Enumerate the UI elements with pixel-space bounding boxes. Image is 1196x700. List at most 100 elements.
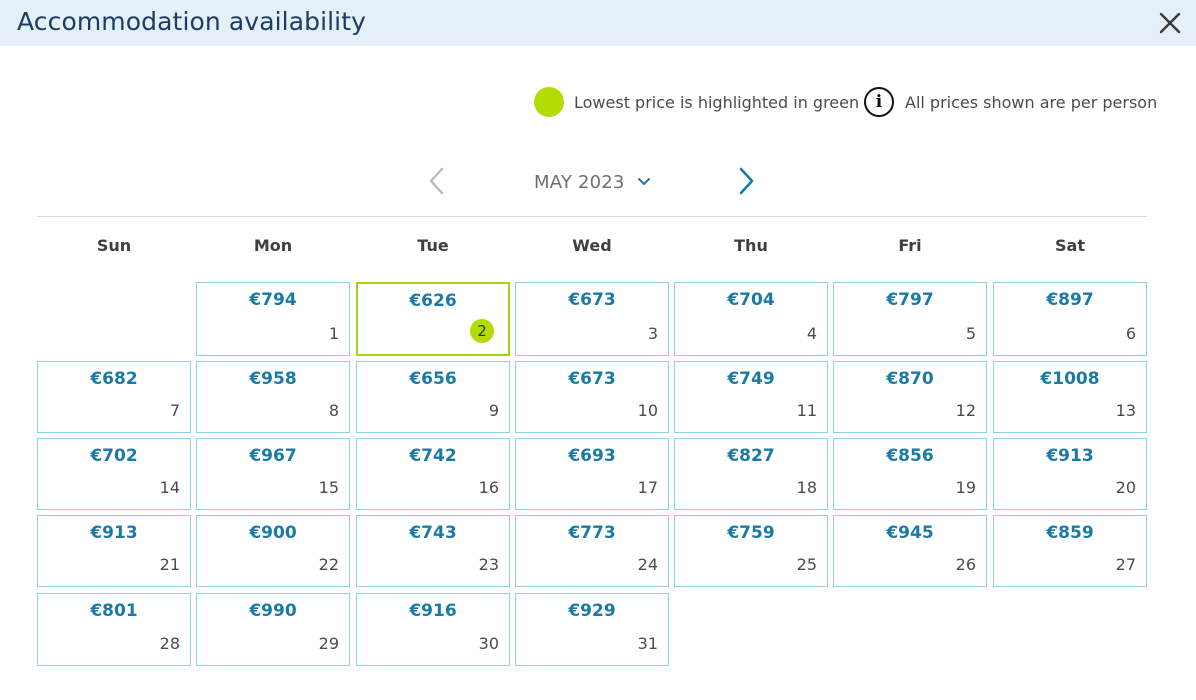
legend-per-person: i All prices shown are per person — [864, 87, 1157, 117]
day-price: €827 — [727, 446, 775, 466]
day-price: €900 — [249, 523, 297, 543]
day-price: €743 — [409, 523, 457, 543]
day-number: 18 — [796, 478, 817, 497]
day-number: 3 — [647, 324, 658, 343]
day-cell[interactable]: €897 6 — [993, 282, 1147, 356]
day-cell[interactable]: €673 10 — [515, 361, 669, 433]
day-cell-lowest[interactable]: €626 2 — [356, 282, 510, 356]
weekday-mon: Mon — [253, 236, 293, 255]
day-number: 9 — [488, 401, 499, 420]
day-price: €673 — [568, 290, 616, 310]
day-price: €742 — [409, 446, 457, 466]
day-price: €794 — [249, 290, 297, 310]
day-cell[interactable]: €801 28 — [37, 593, 191, 666]
day-number: 24 — [637, 555, 658, 574]
prev-month-button[interactable] — [423, 165, 453, 197]
weekday-tue: Tue — [417, 236, 449, 255]
weekday-sun: Sun — [96, 236, 132, 255]
day-number: 2 — [470, 319, 494, 343]
close-button[interactable] — [1155, 8, 1185, 38]
day-price: €773 — [568, 523, 616, 543]
day-cell[interactable]: €773 24 — [515, 515, 669, 587]
green-dot-icon — [534, 87, 564, 117]
day-cell[interactable]: €693 17 — [515, 438, 669, 510]
day-number: 20 — [1115, 478, 1136, 497]
day-price: €990 — [249, 601, 297, 621]
day-cell[interactable]: €797 5 — [833, 282, 987, 356]
day-cell[interactable]: €827 18 — [674, 438, 828, 510]
day-cell[interactable]: €967 15 — [196, 438, 350, 510]
day-number: 16 — [478, 478, 499, 497]
day-cell[interactable]: €945 26 — [833, 515, 987, 587]
divider — [37, 216, 1147, 217]
info-icon: i — [864, 87, 894, 117]
day-number: 8 — [328, 401, 339, 420]
day-cell[interactable]: €794 1 — [196, 282, 350, 356]
dialog-title: Accommodation availability — [17, 7, 367, 36]
day-cell[interactable]: €1008 13 — [993, 361, 1147, 433]
day-number: 29 — [318, 634, 339, 653]
dialog-header: Accommodation availability — [0, 0, 1196, 46]
day-number: 27 — [1115, 555, 1136, 574]
day-cell[interactable]: €870 12 — [833, 361, 987, 433]
day-number: 26 — [955, 555, 976, 574]
day-cell[interactable]: €913 20 — [993, 438, 1147, 510]
day-number: 1 — [328, 324, 339, 343]
legend-lowest-label: Lowest price is highlighted in green — [574, 92, 860, 112]
day-cell[interactable]: €656 9 — [356, 361, 510, 433]
day-number: 6 — [1125, 324, 1136, 343]
day-price: €958 — [249, 369, 297, 389]
day-cell[interactable]: €743 23 — [356, 515, 510, 587]
month-dropdown[interactable]: MAY 2023 — [534, 168, 651, 196]
day-cell[interactable]: €916 30 — [356, 593, 510, 666]
day-price: €856 — [886, 446, 934, 466]
next-month-button[interactable] — [731, 165, 761, 197]
day-cell[interactable]: €958 8 — [196, 361, 350, 433]
day-price: €913 — [90, 523, 138, 543]
day-number: 4 — [806, 324, 817, 343]
day-number: 11 — [796, 401, 817, 420]
day-price: €759 — [727, 523, 775, 543]
day-cell[interactable]: €673 3 — [515, 282, 669, 356]
day-cell[interactable]: €704 4 — [674, 282, 828, 356]
day-cell[interactable]: €856 19 — [833, 438, 987, 510]
legend-per-person-label: All prices shown are per person — [905, 92, 1158, 112]
weekday-thu: Thu — [734, 236, 768, 255]
day-number: 13 — [1115, 401, 1136, 420]
day-cell[interactable]: €742 16 — [356, 438, 510, 510]
day-number: 10 — [637, 401, 658, 420]
day-cell[interactable]: €759 25 — [674, 515, 828, 587]
day-cell[interactable]: €749 11 — [674, 361, 828, 433]
weekday-wed: Wed — [572, 236, 612, 255]
day-cell[interactable]: €859 27 — [993, 515, 1147, 587]
day-number: 21 — [159, 555, 180, 574]
legend-lowest-price: Lowest price is highlighted in green — [534, 87, 859, 117]
day-cell[interactable]: €929 31 — [515, 593, 669, 666]
day-cell[interactable]: €990 29 — [196, 593, 350, 666]
day-price: €967 — [249, 446, 297, 466]
day-price: €897 — [1046, 290, 1094, 310]
day-price: €870 — [886, 369, 934, 389]
day-cell[interactable]: €702 14 — [37, 438, 191, 510]
day-number: 19 — [955, 478, 976, 497]
day-number: 28 — [159, 634, 180, 653]
day-number: 14 — [159, 478, 180, 497]
day-price: €929 — [568, 601, 616, 621]
day-price: €859 — [1046, 523, 1094, 543]
day-number: 12 — [955, 401, 976, 420]
day-cell[interactable]: €682 7 — [37, 361, 191, 433]
chevron-down-icon — [637, 178, 650, 185]
day-price: €682 — [90, 369, 138, 389]
day-cell[interactable]: €900 22 — [196, 515, 350, 587]
day-price: €704 — [727, 290, 775, 310]
day-price: €801 — [90, 601, 138, 621]
day-price: €797 — [886, 290, 934, 310]
day-price: €916 — [409, 601, 457, 621]
day-number: 25 — [796, 555, 817, 574]
day-price: €626 — [409, 291, 457, 311]
day-cell[interactable]: €913 21 — [37, 515, 191, 587]
day-number: 7 — [169, 401, 180, 420]
day-price: €945 — [886, 523, 934, 543]
day-price: €749 — [727, 369, 775, 389]
day-number: 30 — [478, 634, 499, 653]
